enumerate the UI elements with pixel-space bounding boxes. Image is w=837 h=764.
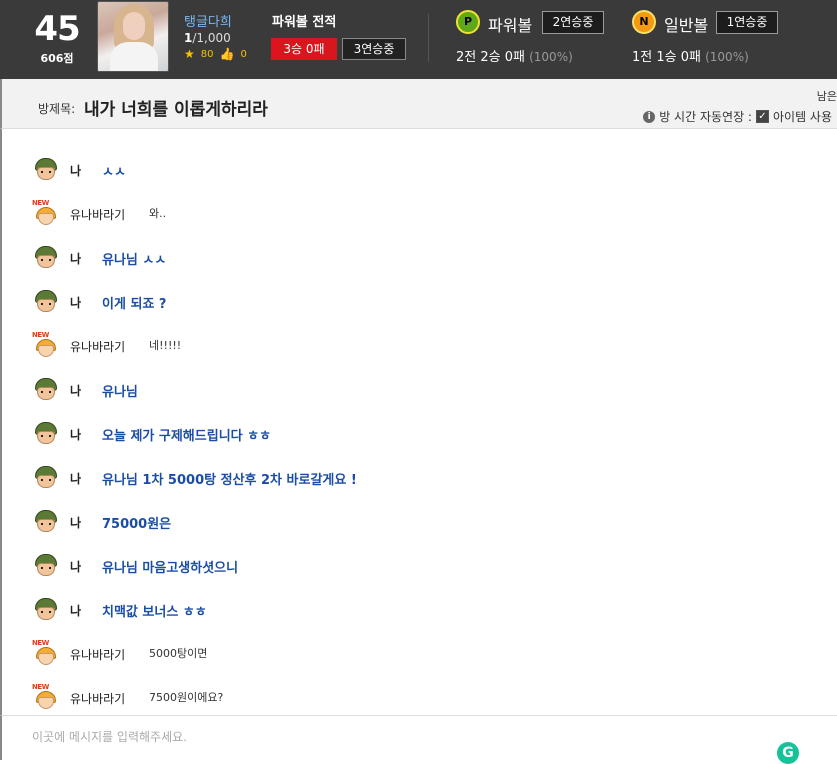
level-number: 45 — [34, 9, 80, 49]
message-text: 5000탕이면 — [149, 647, 208, 660]
soldier-avatar-icon[interactable] — [32, 155, 60, 183]
star-count: 80 — [200, 48, 214, 60]
message-nickname[interactable]: 유나바라기 — [70, 646, 125, 663]
message-text: 네!!!!! — [149, 339, 182, 352]
room-title-bar: 방제목: 내가 너희를 이롭게하리라 남은 i 방 시간 자동연장 : ✓ 아이… — [0, 79, 837, 129]
soldier-avatar-icon[interactable] — [32, 595, 60, 623]
chat-message: NEW 유나바라기 5000탕이면 — [2, 639, 837, 697]
soldier-avatar-icon[interactable] — [32, 551, 60, 579]
message-nickname[interactable]: 나 — [70, 250, 81, 267]
message-text: 유나님 1차 5000탕 정산후 2차 바로갈게요 ! — [102, 473, 357, 488]
message-nickname[interactable]: 나 — [70, 294, 81, 311]
message-text: 유나님 — [102, 385, 138, 400]
like-count: 0 — [240, 48, 247, 60]
record-title: 파워볼 전적 — [272, 15, 337, 30]
soldier-avatar-icon[interactable] — [32, 287, 60, 315]
message-text: 유나님 마음고생하셧으니 — [102, 561, 239, 576]
room-time-extension: i 방 시간 자동연장 : ✓ 아이템 사용 — [643, 108, 832, 125]
message-nickname[interactable]: 유나바라기 — [70, 206, 125, 223]
message-nickname[interactable]: 나 — [70, 470, 81, 487]
soldier-avatar-icon[interactable] — [32, 243, 60, 271]
powerball-label: 파워볼 — [488, 16, 533, 35]
message-nickname[interactable]: 나 — [70, 514, 81, 531]
user-meta: ★ 80 👍 0 — [184, 47, 247, 61]
normalball-result: 1전 1승 0패 (100%) — [632, 50, 749, 65]
normalball-icon: N — [632, 10, 656, 34]
soldier-avatar-icon[interactable] — [32, 375, 60, 403]
new-user-avatar-icon[interactable]: NEW — [32, 331, 60, 359]
message-text: 75000원은 — [102, 517, 172, 532]
chat-message: NEW 유나바라기 7500원이에요? — [2, 683, 837, 715]
new-user-avatar-icon[interactable]: NEW — [32, 639, 60, 667]
grammarly-icon[interactable]: G — [777, 742, 799, 764]
star-icon: ★ — [184, 47, 195, 61]
new-user-avatar-icon[interactable]: NEW — [32, 683, 60, 711]
message-nickname[interactable]: 나 — [70, 426, 81, 443]
record-result-badge: 3승 0패 — [271, 38, 337, 60]
message-text: 7500원이에요? — [149, 691, 224, 704]
level-points: 606점 — [40, 52, 74, 65]
chat-input-bar: G — [0, 715, 837, 764]
profile-photo[interactable] — [97, 1, 169, 72]
powerball-streak-badge: 2연승중 — [542, 11, 604, 34]
user-count: 1/1,000 — [184, 31, 231, 45]
room-title: 내가 너희를 이롭게하리라 — [84, 100, 268, 120]
chat-message: 나 치맥값 보너스 ㅎㅎ — [2, 598, 837, 653]
message-text: 이게 되죠 ? — [102, 297, 167, 312]
message-text: 유나님 ㅅㅅ — [102, 253, 167, 268]
message-nickname[interactable]: 유나바라기 — [70, 690, 125, 707]
soldier-avatar-icon[interactable] — [32, 507, 60, 535]
profile-header: 45 606점 탱글다희 1/1,000 ★ 80 👍 0 파워볼 전적 3승 … — [0, 0, 837, 79]
soldier-avatar-icon[interactable] — [32, 463, 60, 491]
powerball-icon: P — [456, 10, 480, 34]
level-badge: 45 606점 — [26, 8, 88, 66]
chat-message: 나 이게 되죠 ? — [2, 290, 837, 345]
header-divider — [428, 14, 429, 62]
room-remaining-label: 남은 — [816, 90, 837, 103]
normalball-label: 일반볼 — [664, 16, 709, 35]
record-streak-badge: 3연승중 — [342, 38, 406, 60]
chat-message: 나 ㅅㅅ — [2, 158, 837, 213]
info-icon[interactable]: i — [643, 110, 656, 123]
new-user-avatar-icon[interactable]: NEW — [32, 199, 60, 227]
message-text: 와.. — [149, 207, 167, 220]
message-nickname[interactable]: 나 — [70, 382, 81, 399]
message-nickname[interactable]: 나 — [70, 162, 81, 179]
soldier-avatar-icon[interactable] — [32, 419, 60, 447]
thumbs-up-icon: 👍 — [219, 47, 235, 61]
message-text: 치맥값 보너스 ㅎㅎ — [102, 605, 207, 620]
item-use-label[interactable]: 아이템 사용 — [773, 108, 832, 125]
message-nickname[interactable]: 나 — [70, 602, 81, 619]
chat-message-input[interactable] — [32, 730, 732, 744]
message-nickname[interactable]: 유나바라기 — [70, 338, 125, 355]
normalball-streak-badge: 1연승중 — [716, 11, 778, 34]
room-title-label: 방제목: — [38, 102, 76, 116]
powerball-result: 2전 2승 0패 (100%) — [456, 50, 573, 65]
item-use-checkbox[interactable]: ✓ — [755, 110, 769, 123]
message-text: 오늘 제가 구제해드립니다 ㅎㅎ — [102, 429, 272, 444]
user-name[interactable]: 탱글다희 — [184, 11, 232, 30]
time-extension-label: 방 시간 자동연장 : — [659, 110, 752, 124]
message-nickname[interactable]: 나 — [70, 558, 81, 575]
message-text: ㅅㅅ — [102, 165, 126, 180]
chat-message-list[interactable]: 나 ㅅㅅ NEW 유나바라기 와.. 나 유나님 ㅅㅅ 나 이게 되죠 ? NEW 유나바라기 네!!… — [0, 129, 837, 715]
